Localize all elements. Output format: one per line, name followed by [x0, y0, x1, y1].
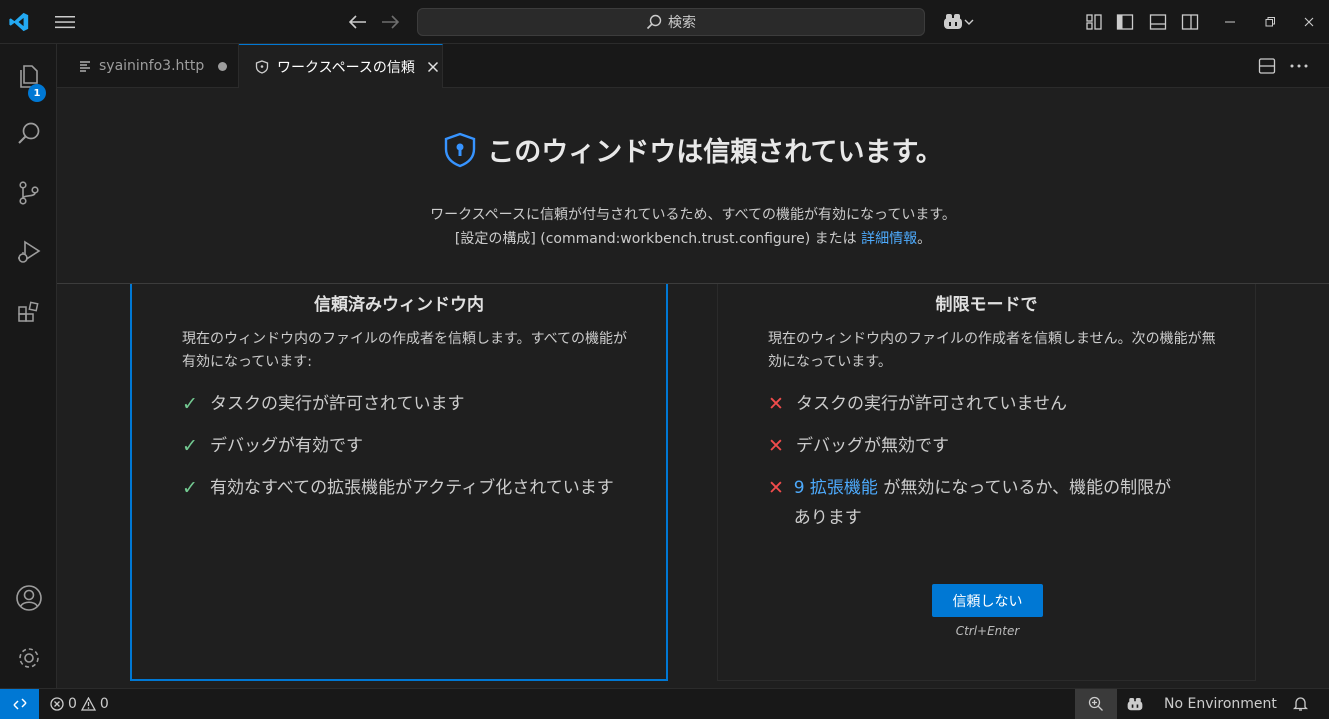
close-tab-icon[interactable]	[427, 61, 439, 73]
list-item: ✓ タスクの実行が許可されています	[182, 389, 465, 419]
notifications-bell-icon[interactable]	[1293, 689, 1308, 719]
forward-arrow-icon[interactable]	[378, 10, 402, 34]
list-item: ✕ デバッグが無効です	[768, 431, 949, 461]
check-icon: ✓	[182, 393, 198, 415]
run-and-debug-icon[interactable]	[0, 228, 57, 276]
file-lines-icon	[80, 61, 90, 72]
error-count: 0	[68, 696, 77, 712]
restore-icon[interactable]	[1258, 10, 1282, 34]
feature-text: デバッグが無効です	[796, 436, 949, 456]
trust-configure-line: [設定の構成] (command:workbench.trust.configu…	[57, 228, 1329, 248]
feature-text: タスクの実行が許可されていません	[796, 394, 1067, 414]
feature-text: 有効なすべての拡張機能がアクティブ化されています	[210, 478, 614, 498]
check-icon: ✓	[182, 477, 198, 499]
cross-icon: ✕	[768, 477, 784, 499]
title-bar: 検索	[0, 0, 1329, 44]
accounts-icon[interactable]	[0, 574, 57, 622]
cross-icon: ✕	[768, 435, 784, 457]
cross-icon: ✕	[768, 393, 784, 415]
command-center-search[interactable]: 検索	[417, 8, 925, 36]
source-control-icon[interactable]	[0, 169, 57, 217]
tab-syaininfo3-http[interactable]: syaininfo3.http	[65, 44, 239, 88]
unsaved-dot-icon	[218, 61, 228, 71]
remote-indicator-icon[interactable]	[0, 689, 39, 719]
keyboard-shortcut-hint: Ctrl+Enter	[955, 624, 1020, 638]
toggle-primary-sidebar-icon[interactable]	[1113, 10, 1137, 34]
trusted-card-desc: 現在のウィンドウ内のファイルの作成者を信頼します。すべての機能が有効になっていま…	[182, 331, 628, 370]
check-icon: ✓	[182, 435, 198, 457]
learn-more-link[interactable]: 詳細情報	[861, 231, 917, 247]
feature-text: 9 拡張機能 が無効になっているか、機能の制限があります	[794, 473, 1188, 533]
tab-label: syaininfo3.http	[99, 58, 205, 74]
status-bar: 0 0 No Environment	[0, 688, 1329, 719]
close-window-icon[interactable]	[1297, 10, 1321, 34]
copilot-status-icon[interactable]	[1126, 689, 1144, 719]
list-item: ✕ タスクの実行が許可されていません	[768, 389, 1067, 419]
restricted-card-desc: 現在のウィンドウ内のファイルの作成者を信頼しません。次の機能が無効になっています…	[768, 331, 1216, 370]
trusted-card-title: 信頼済みウィンドウ内	[314, 295, 484, 315]
list-item: ✕ 9 拡張機能 が無効になっているか、機能の制限があります	[768, 473, 1188, 533]
search-icon	[646, 14, 662, 30]
explorer-icon[interactable]: 1	[0, 52, 57, 102]
problems-indicator[interactable]: 0 0	[50, 689, 109, 719]
more-actions-icon[interactable]	[1287, 54, 1311, 78]
feature-text: タスクの実行が許可されています	[210, 394, 465, 414]
search-view-icon[interactable]	[0, 110, 57, 158]
manage-gear-icon[interactable]	[0, 634, 57, 682]
back-arrow-icon[interactable]	[346, 10, 370, 34]
explorer-badge: 1	[28, 84, 46, 102]
split-editor-icon[interactable]	[1255, 54, 1279, 78]
shield-lock-icon	[445, 132, 476, 167]
restricted-card-title: 制限モードで	[935, 295, 1038, 315]
trust-description: ワークスペースに信頼が付与されているため、すべての機能が有効になっています。	[430, 207, 956, 223]
toggle-panel-icon[interactable]	[1146, 10, 1170, 34]
trusted-card[interactable]: 信頼済みウィンドウ内 現在のウィンドウ内のファイルの作成者を信頼します。すべての…	[130, 284, 668, 681]
chevron-down-icon	[964, 19, 974, 25]
workspace-trust-editor: このウィンドウは信頼されています。 ワークスペースに信頼が付与されているため、す…	[57, 88, 1329, 688]
shield-icon	[255, 60, 269, 74]
dont-trust-button[interactable]: 信頼しない	[932, 584, 1043, 617]
environment-status[interactable]: No Environment	[1164, 689, 1277, 719]
trust-header: このウィンドウは信頼されています。 ワークスペースに信頼が付与されているため、す…	[57, 88, 1329, 284]
menu-icon[interactable]	[52, 10, 78, 34]
search-placeholder: 検索	[668, 15, 696, 31]
customize-layout-icon[interactable]	[1082, 10, 1106, 34]
tab-workspace-trust[interactable]: ワークスペースの信頼	[239, 44, 443, 89]
vscode-logo-icon	[7, 10, 31, 34]
minimize-icon[interactable]	[1218, 10, 1242, 34]
restricted-card[interactable]: 制限モードで 現在のウィンドウ内のファイルの作成者を信頼しません。次の機能が無効…	[717, 284, 1256, 681]
toggle-secondary-sidebar-icon[interactable]	[1178, 10, 1202, 34]
tab-bar: syaininfo3.http ワークスペースの信頼	[57, 44, 1329, 89]
extensions-icon[interactable]	[0, 288, 57, 336]
warning-count: 0	[99, 696, 109, 712]
list-item: ✓ デバッグが有効です	[182, 431, 363, 461]
extensions-link[interactable]: 9 拡張機能	[794, 478, 878, 498]
trust-title-row: このウィンドウは信頼されています。	[57, 130, 1329, 169]
configure-text: [設定の構成] (command:workbench.trust.configu…	[454, 231, 862, 247]
warning-icon	[80, 697, 96, 711]
feature-text: デバッグが有効です	[210, 436, 363, 456]
activity-bar: 1	[0, 44, 57, 688]
page-title: このウィンドウは信頼されています。	[487, 137, 943, 168]
zoom-icon[interactable]	[1075, 689, 1117, 719]
copilot-icon[interactable]	[938, 10, 978, 34]
tab-label: ワークスペースの信頼	[277, 60, 415, 76]
period-text: 。	[917, 231, 932, 247]
error-icon	[50, 697, 64, 711]
list-item: ✓ 有効なすべての拡張機能がアクティブ化されています	[182, 473, 614, 503]
